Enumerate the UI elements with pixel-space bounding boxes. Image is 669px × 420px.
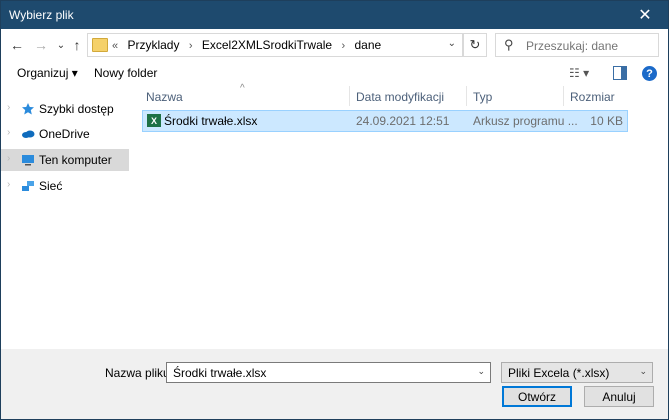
column-divider[interactable] (466, 86, 467, 106)
refresh-icon[interactable]: ↻ (463, 33, 487, 57)
breadcrumb-item[interactable]: Excel2XMLSrodkiTrwale (202, 38, 332, 52)
sort-ascending-icon: ^ (240, 83, 245, 94)
cloud-icon (22, 130, 35, 138)
file-dialog: Wybierz plik ✕ ← → ⌄ ↑ « Przyklady › Exc… (0, 0, 669, 420)
breadcrumb-item[interactable]: Przyklady (127, 38, 179, 52)
column-header-name[interactable]: Nazwa (146, 90, 183, 104)
chevron-right-icon[interactable]: › (7, 102, 10, 113)
star-icon (22, 103, 34, 115)
column-header-type[interactable]: Typ (473, 90, 492, 104)
column-header-size[interactable]: Rozmiar (570, 90, 615, 104)
preview-pane-icon[interactable] (613, 66, 627, 80)
help-icon[interactable]: ? (642, 66, 657, 81)
table-row[interactable]: X Środki trwałe.xlsx 24.09.2021 12:51 Ar… (142, 110, 628, 132)
column-header-modified[interactable]: Data modyfikacji (356, 90, 444, 104)
command-bar: Organizuj ▾ Nowy folder ☷ ▾ ? (1, 62, 668, 86)
window-title: Wybierz plik (9, 8, 74, 22)
chevron-down-icon: ⌄ (639, 366, 647, 376)
navigation-pane: › Szybki dostęp › OneDrive › Ten kompute… (1, 86, 129, 349)
breadcrumb-item[interactable]: dane (354, 38, 381, 52)
sidebar-item-network[interactable]: › Sieć (1, 175, 129, 197)
computer-icon (22, 155, 34, 166)
view-options-icon[interactable]: ☷ ▾ (569, 66, 589, 80)
sidebar-item-label: Ten komputer (39, 153, 112, 167)
navigation-bar: ← → ⌄ ↑ « Przyklady › Excel2XMLSrodkiTrw… (1, 29, 668, 62)
file-type: Arkusz programu ... (473, 114, 578, 128)
dialog-footer: Nazwa pliku: ⌄ Pliki Excela (*.xlsx) ⌄ O… (1, 349, 668, 419)
breadcrumb-separator-icon: › (341, 40, 346, 52)
search-icon: ⚲ (504, 37, 514, 52)
column-header-row: ^ Nazwa Data modyfikacji Typ Rozmiar (140, 83, 668, 106)
column-divider[interactable] (563, 86, 564, 106)
search-box[interactable]: ⚲ (495, 33, 659, 57)
sidebar-item-onedrive[interactable]: › OneDrive (1, 123, 129, 145)
up-arrow-icon[interactable]: ↑ (67, 35, 87, 55)
file-size: 10 KB (590, 114, 623, 128)
chevron-right-icon[interactable]: › (7, 127, 10, 138)
organize-button[interactable]: Organizuj ▾ (17, 66, 78, 80)
close-icon[interactable]: ✕ (622, 1, 668, 29)
column-divider[interactable] (349, 86, 350, 106)
breadcrumb: « Przyklady › Excel2XMLSrodkiTrwale › da… (112, 38, 387, 52)
folder-icon (92, 38, 108, 52)
sidebar-item-label: Sieć (39, 179, 63, 193)
breadcrumb-separator-icon: › (188, 40, 193, 52)
chevron-down-icon[interactable]: ⌄ (477, 366, 485, 377)
new-folder-button[interactable]: Nowy folder (94, 66, 157, 80)
cancel-button[interactable]: Anuluj (584, 386, 654, 407)
address-bar[interactable]: « Przyklady › Excel2XMLSrodkiTrwale › da… (87, 33, 463, 57)
sidebar-item-this-pc[interactable]: › Ten komputer (1, 149, 129, 171)
back-arrow-icon[interactable]: ← (7, 35, 27, 55)
chevron-down-icon: ▾ (71, 66, 78, 80)
file-list: ^ Nazwa Data modyfikacji Typ Rozmiar X Ś… (140, 83, 668, 349)
chevron-right-icon[interactable]: › (7, 179, 10, 190)
forward-arrow-icon[interactable]: → (31, 35, 51, 55)
filetype-select[interactable]: Pliki Excela (*.xlsx) ⌄ (501, 362, 653, 383)
sidebar-item-label: Szybki dostęp (39, 102, 114, 116)
breadcrumb-overflow-icon[interactable]: « (112, 40, 118, 52)
filename-label: Nazwa pliku: (105, 366, 174, 380)
sidebar-item-quick-access[interactable]: › Szybki dostęp (1, 98, 129, 120)
organize-label: Organizuj (17, 66, 69, 80)
file-name: Środki trwałe.xlsx (164, 114, 258, 128)
excel-file-icon: X (147, 114, 161, 127)
chevron-right-icon[interactable]: › (7, 153, 10, 164)
file-modified: 24.09.2021 12:51 (356, 114, 450, 128)
chevron-down-icon[interactable]: ⌄ (448, 38, 456, 49)
filetype-value: Pliki Excela (*.xlsx) (508, 366, 610, 380)
search-input[interactable] (524, 36, 656, 55)
sidebar-item-label: OneDrive (39, 127, 90, 141)
filename-combobox[interactable]: ⌄ (166, 362, 491, 383)
open-button[interactable]: Otwórz (502, 386, 572, 407)
title-bar: Wybierz plik ✕ (1, 1, 668, 29)
filename-field[interactable] (171, 364, 475, 382)
network-icon (22, 181, 34, 191)
